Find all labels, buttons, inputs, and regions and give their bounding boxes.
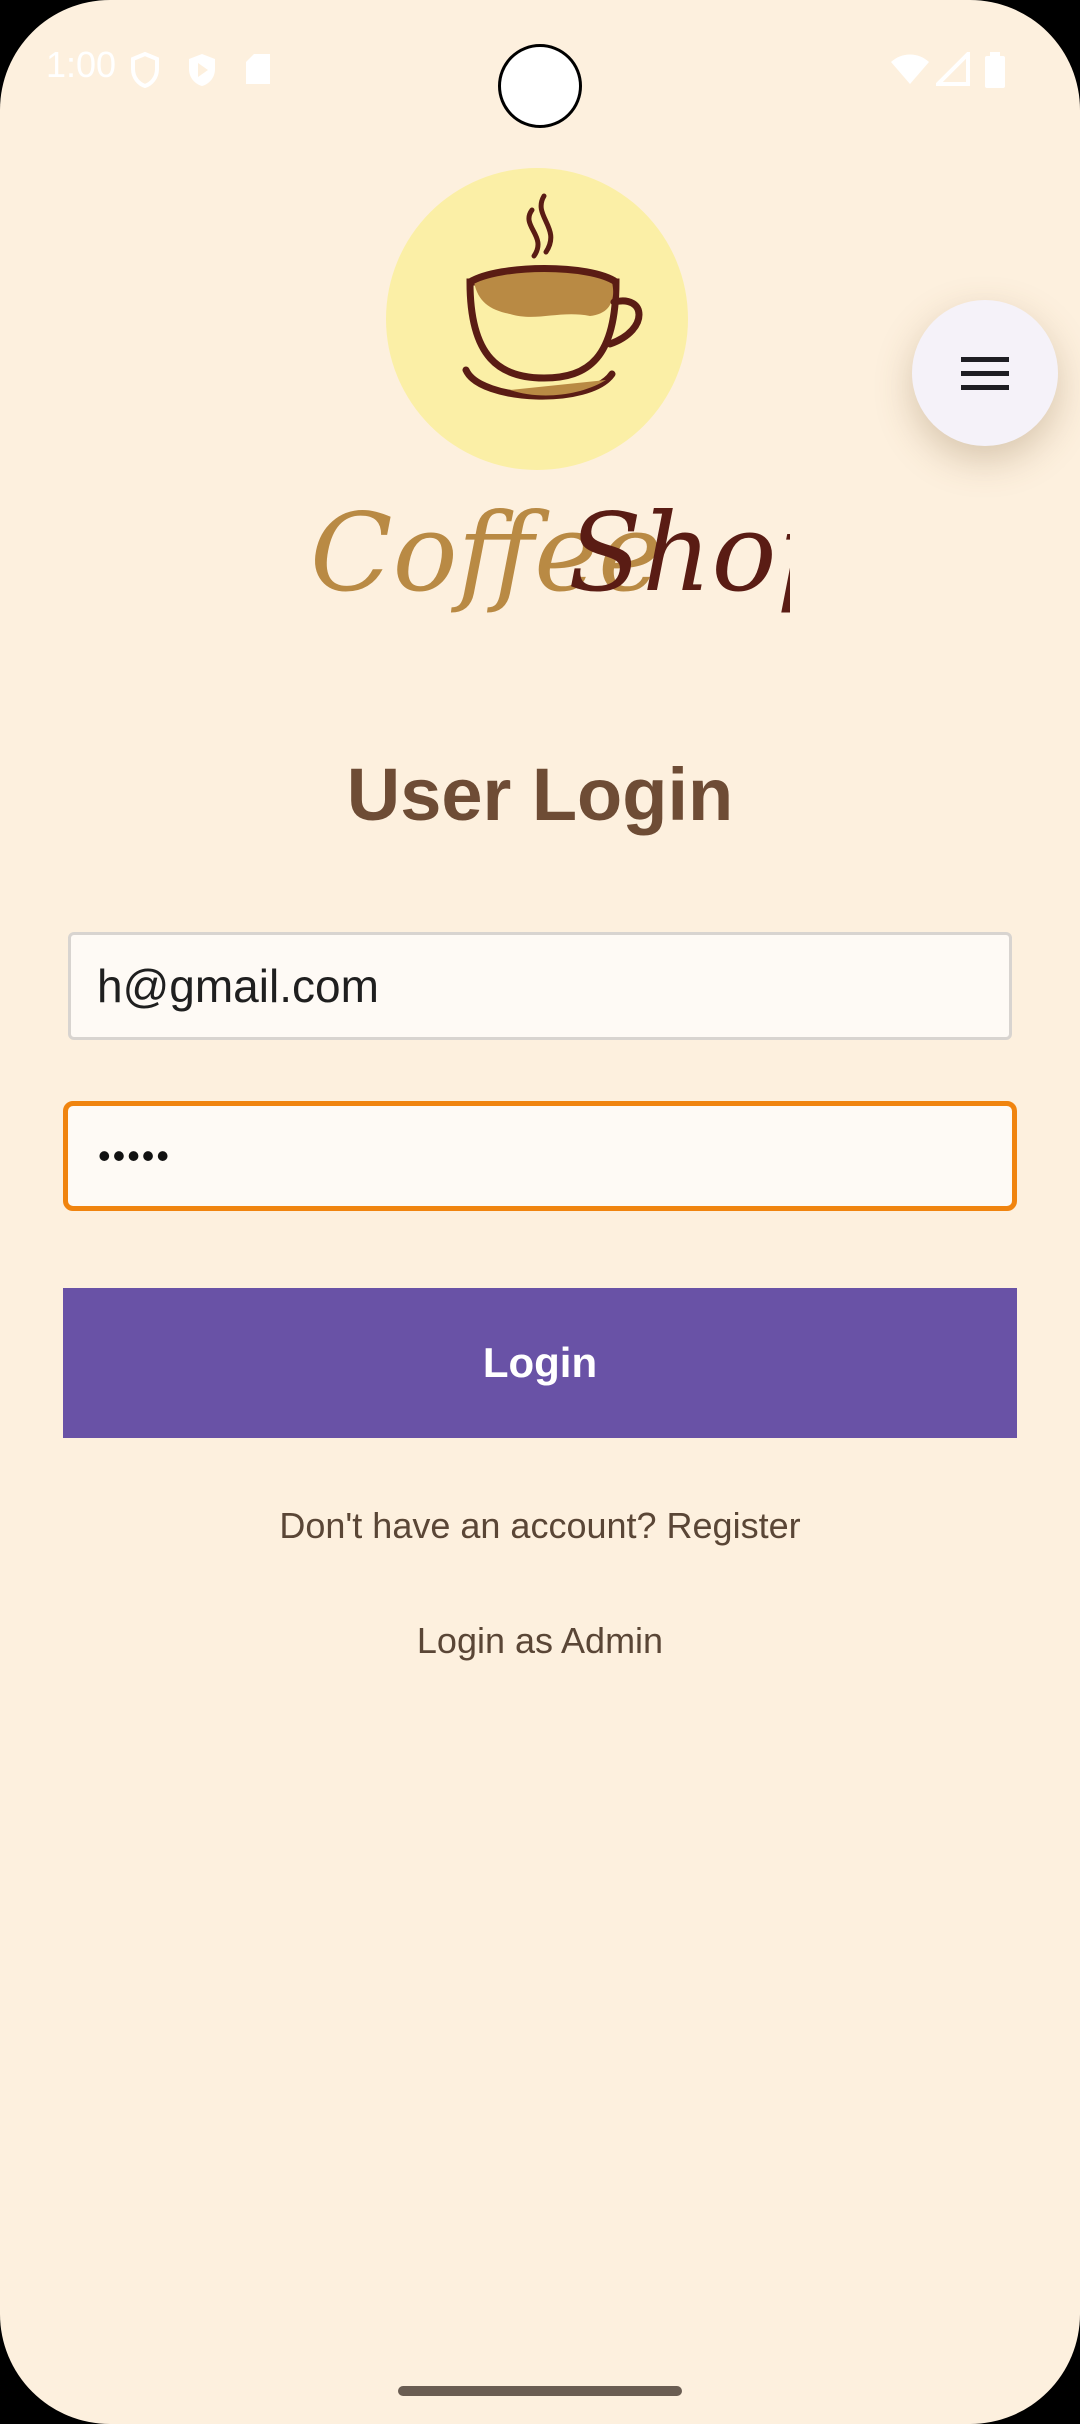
signal-icon <box>936 52 970 86</box>
sd-card-icon <box>246 54 270 84</box>
status-time: 1:00 <box>46 44 117 85</box>
brand-shop-text: Shop <box>568 491 790 616</box>
menu-icon <box>961 357 1009 390</box>
login-screen: 1:00 Coffee Sho User Login h@gmail.com •… <box>0 0 1080 2424</box>
login-button[interactable]: Login <box>63 1288 1017 1438</box>
shield-icon <box>131 52 159 88</box>
email-field[interactable]: h@gmail.com <box>68 932 1012 1040</box>
coffee-cup-icon <box>462 193 643 400</box>
email-value: h@gmail.com <box>97 960 379 1012</box>
camera-cutout <box>498 44 582 128</box>
battery-icon <box>985 52 1005 88</box>
register-link[interactable]: Don't have an account? Register <box>0 1505 1080 1547</box>
password-value: ••••• <box>98 1135 172 1176</box>
wifi-icon <box>891 54 929 84</box>
password-field[interactable]: ••••• <box>63 1101 1017 1211</box>
brand-wordmark: Coffee Shop <box>310 491 790 616</box>
home-indicator[interactable] <box>398 2386 682 2396</box>
menu-button[interactable] <box>912 300 1058 446</box>
page-title: User Login <box>346 753 734 836</box>
login-button-label: Login <box>482 1339 598 1386</box>
play-protect-icon <box>189 54 215 86</box>
admin-login-link[interactable]: Login as Admin <box>0 1620 1080 1662</box>
